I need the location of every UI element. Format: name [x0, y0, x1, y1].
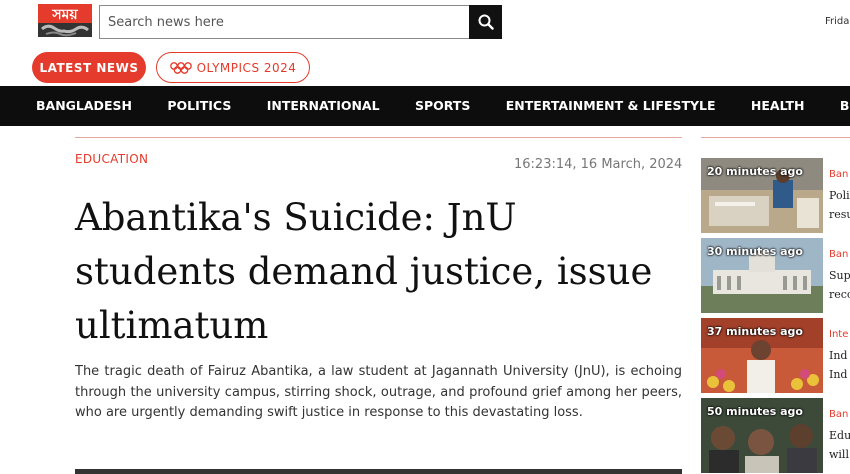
search-input[interactable]	[99, 5, 469, 39]
olympics-button[interactable]: OLYMPICS 2024	[156, 52, 310, 83]
sidebar-news-item[interactable]: 37 minutes ago Inte Ind Ind	[701, 318, 850, 393]
search-button[interactable]	[469, 5, 502, 39]
news-category: Ban	[829, 409, 849, 420]
latest-news-label: LATEST NEWS	[39, 60, 139, 75]
news-thumbnail: 20 minutes ago	[701, 158, 823, 233]
news-time: 37 minutes ago	[707, 325, 803, 338]
logo-text: সময়	[51, 7, 78, 23]
header-date: Frida	[825, 16, 850, 27]
article-top-rule	[75, 137, 682, 138]
news-thumbnail: 50 minutes ago	[701, 398, 823, 473]
nav-item-sports[interactable]: SPORTS	[397, 86, 488, 126]
news-thumbnail: 30 minutes ago	[701, 238, 823, 313]
article-headline: Abantika's Suicide: JnU students demand …	[75, 196, 653, 347]
news-category: Inte	[829, 329, 849, 340]
search-icon	[478, 14, 494, 30]
sidebar-news-item[interactable]: 20 minutes ago Ban Poli resu	[701, 158, 850, 233]
news-time: 20 minutes ago	[707, 165, 803, 178]
nav-item-health[interactable]: HEALTH	[733, 86, 822, 126]
news-title: Ind Ind	[829, 349, 848, 381]
article-summary: The tragic death of Fairuz Abantika, a l…	[75, 364, 682, 420]
site-logo[interactable]: সময়	[38, 4, 92, 37]
olympic-rings-icon	[169, 61, 192, 74]
search-bar	[99, 5, 502, 39]
nav-item-politics[interactable]: POLITICS	[150, 86, 249, 126]
nav-item-business[interactable]: BUSINESS	[822, 86, 850, 126]
main-nav: BANGLADESH POLITICS INTERNATIONAL SPORTS ENT…	[0, 86, 850, 126]
news-time: 50 minutes ago	[707, 405, 803, 418]
olympics-label: OLYMPICS 2024	[196, 60, 297, 75]
sidebar-top-rule	[701, 137, 850, 138]
sidebar-news-item[interactable]: 30 minutes ago Ban Sup reco	[701, 238, 850, 313]
nav-item-bangladesh[interactable]: BANGLADESH	[0, 86, 150, 126]
news-title: Sup reco	[829, 269, 850, 301]
article-timestamp: 16:23:14, 16 March, 2024	[514, 157, 683, 172]
article-image-top	[75, 469, 682, 474]
news-category: Ban	[829, 169, 849, 180]
sidebar-news-item[interactable]: 50 minutes ago Ban Edu will	[701, 398, 850, 473]
nav-item-international[interactable]: INTERNATIONAL	[249, 86, 397, 126]
article-category[interactable]: EDUCATION	[75, 152, 148, 166]
nav-item-entertainment[interactable]: ENTERTAINMENT & LIFESTYLE	[488, 86, 733, 126]
news-title: Edu will	[829, 429, 850, 461]
news-category: Ban	[829, 249, 849, 260]
news-time: 30 minutes ago	[707, 245, 803, 258]
news-thumbnail: 37 minutes ago	[701, 318, 823, 393]
latest-news-button[interactable]: LATEST NEWS	[32, 52, 146, 83]
news-title: Poli resu	[829, 189, 850, 221]
